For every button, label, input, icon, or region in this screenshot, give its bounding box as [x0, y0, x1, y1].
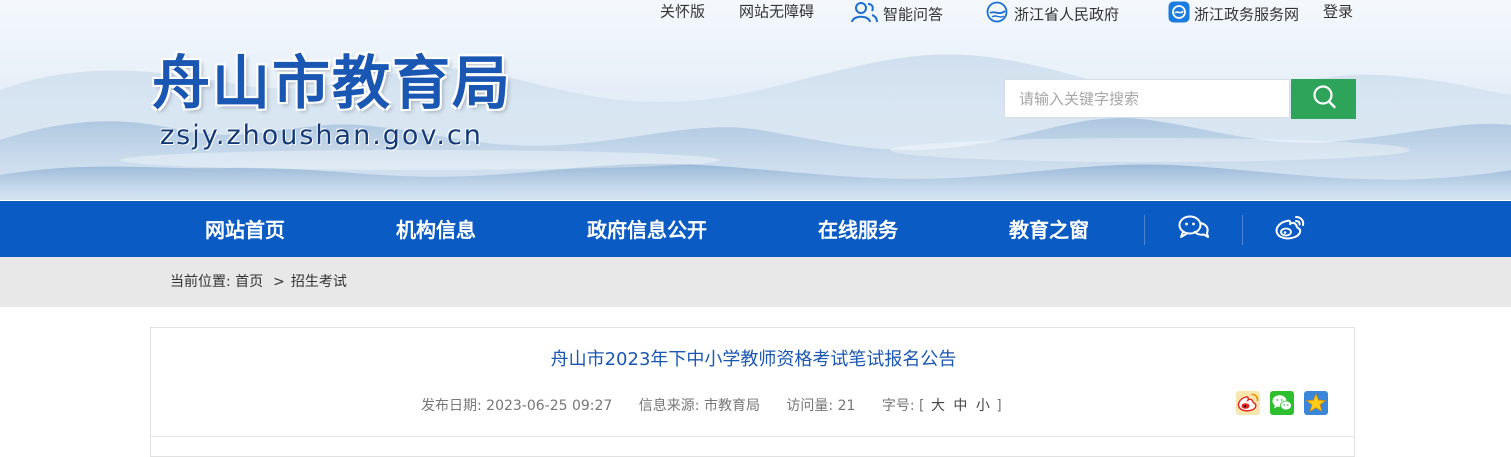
nav-divider	[1242, 215, 1243, 245]
article-panel: 舟山市2023年下中小学教师资格考试笔试报名公告 发布日期: 2023-06-2…	[150, 327, 1355, 457]
nav-item-organization[interactable]: 机构信息	[396, 201, 476, 257]
main-nav: 网站首页 机构信息 政府信息公开 在线服务 教育之窗	[0, 201, 1511, 257]
top-links-bar: 关怀版 网站无障碍 智能问答 浙江省人民政府 浙江政务服务网 登录	[0, 0, 1511, 24]
wechat-share-icon[interactable]	[1270, 391, 1294, 415]
font-size-bracket-open: [	[919, 398, 925, 414]
article-title: 舟山市2023年下中小学教师资格考试笔试报名公告	[550, 349, 957, 370]
site-logo-title[interactable]: 舟山市教育局	[152, 42, 512, 124]
breadcrumb-separator: >	[273, 274, 285, 290]
login-label: 登录	[1323, 2, 1354, 21]
header-banner: 关怀版 网站无障碍 智能问答 浙江省人民政府 浙江政务服务网 登录 舟山市教育局…	[0, 0, 1511, 200]
zj-gov-link[interactable]: 浙江省人民政府	[986, 1, 1119, 28]
zj-service-link[interactable]: 浙江政务服务网	[1168, 1, 1299, 28]
font-size-medium-button[interactable]: 中	[953, 398, 967, 414]
smart-qa-label: 智能问答	[883, 5, 944, 24]
user-group-icon	[850, 1, 879, 28]
breadcrumb-bar: 当前位置: 首页 > 招生考试	[0, 257, 1511, 307]
publish-date: 发布日期: 2023-06-25 09:27	[421, 398, 613, 414]
nav-item-education-window[interactable]: 教育之窗	[1009, 201, 1089, 257]
article-divider	[151, 436, 1354, 437]
zj-gov-label: 浙江省人民政府	[1014, 5, 1120, 24]
font-size-label: 字号:	[881, 398, 915, 414]
search-icon	[1311, 84, 1337, 114]
zhejiang-gov-emblem-icon	[986, 1, 1010, 28]
accessibility-label: 网站无障碍	[739, 2, 815, 21]
breadcrumb-label: 当前位置:	[170, 274, 231, 290]
nav-item-online-services[interactable]: 在线服务	[818, 201, 898, 257]
font-size-small-button[interactable]: 小	[976, 398, 990, 414]
smart-qa-link[interactable]: 智能问答	[850, 1, 943, 28]
care-mode-label: 关怀版	[660, 2, 706, 21]
site-logo-url: zsjy.zhoushan.gov.cn	[160, 120, 483, 151]
search-box	[1004, 79, 1290, 118]
weibo-icon[interactable]	[1275, 215, 1305, 245]
breadcrumb-home-link[interactable]: 首页	[235, 274, 263, 290]
font-size-controls: 字号: [ 大 中 小 ]	[882, 398, 1002, 414]
wechat-icon[interactable]	[1178, 215, 1210, 245]
search-button[interactable]	[1291, 79, 1356, 119]
login-link[interactable]: 登录	[1323, 1, 1353, 22]
care-mode-link[interactable]: 关怀版	[660, 1, 705, 22]
font-size-large-button[interactable]: 大	[931, 398, 945, 414]
font-size-bracket-close: ]	[996, 398, 1002, 414]
search-input[interactable]	[1005, 80, 1289, 117]
favorite-star-icon[interactable]	[1304, 391, 1328, 415]
nav-divider	[1144, 215, 1145, 245]
nav-item-home[interactable]: 网站首页	[205, 201, 285, 257]
weibo-share-icon[interactable]	[1236, 391, 1260, 415]
visit-count: 访问量: 21	[786, 398, 856, 414]
accessibility-link[interactable]: 网站无障碍	[739, 1, 814, 22]
zhejiang-service-icon	[1168, 1, 1190, 28]
info-source: 信息来源: 市教育局	[638, 398, 760, 414]
nav-item-gov-info-disclosure[interactable]: 政府信息公开	[587, 201, 707, 257]
breadcrumb: 当前位置: 首页 > 招生考试	[170, 257, 347, 307]
breadcrumb-current-link[interactable]: 招生考试	[291, 274, 347, 290]
article-meta: 发布日期: 2023-06-25 09:27 信息来源: 市教育局 访问量: 2…	[421, 396, 1002, 416]
zj-service-label: 浙江政务服务网	[1194, 5, 1300, 24]
